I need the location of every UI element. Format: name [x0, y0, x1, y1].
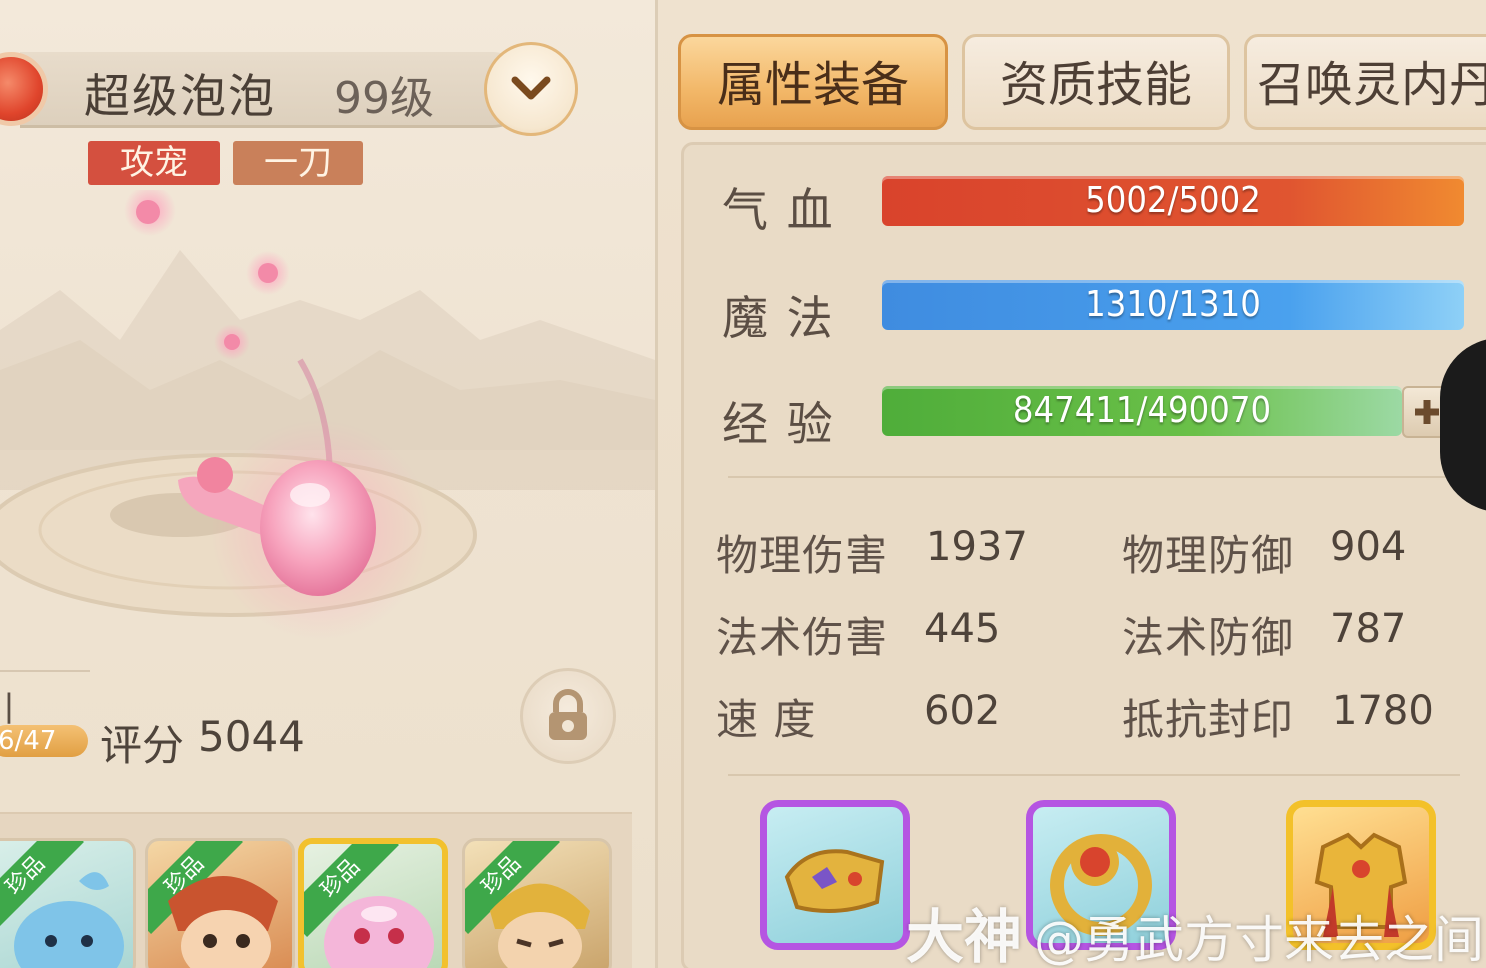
plus-icon: [1415, 400, 1439, 424]
pet-card[interactable]: 珍品: [0, 838, 136, 968]
pet-card[interactable]: 珍品: [145, 838, 295, 968]
hp-value: 5002/5002: [1085, 180, 1261, 221]
growth-progress-bar: 6/47: [0, 725, 88, 757]
exp-bar: 847411/490070: [882, 386, 1402, 436]
pet-switch-dropdown-button[interactable]: [484, 42, 578, 136]
pink-bubble-pet-icon: [324, 896, 434, 968]
tag-one-blade: 一刀: [233, 141, 363, 185]
pet-level: 99级: [334, 73, 434, 124]
mp-label: 魔 法: [722, 291, 835, 345]
pet-display-panel: 超级泡泡 99级 攻宠 一刀 丨 6/47 评分 5044 珍品 珍品 珍品 珍…: [0, 0, 655, 968]
mp-value: 1310/1310: [1085, 284, 1261, 325]
attr-speed-value: 602: [924, 688, 1001, 734]
tab-attributes-equipment[interactable]: 属性装备: [678, 34, 948, 130]
chevron-down-icon: [511, 76, 551, 100]
attr-seal-resist-value: 1780: [1332, 688, 1434, 734]
bracer-icon: [784, 849, 885, 913]
pet-model-scene: [0, 190, 655, 640]
growth-label: 丨: [0, 690, 26, 730]
attr-speed-label: 速 度: [716, 695, 817, 744]
growth-progress-text: 6/47: [0, 726, 57, 756]
golden-helmet-pet-icon: [490, 883, 590, 968]
attr-magic-damage-value: 445: [924, 606, 1001, 652]
tab-aptitude-skills[interactable]: 资质技能: [962, 34, 1230, 130]
tab-summon-spirit-core[interactable]: 召唤灵内丹: [1244, 34, 1486, 130]
mp-bar: 1310/1310: [882, 280, 1464, 330]
attr-physical-defense-label: 物理防御: [1122, 531, 1295, 580]
blue-blob-pet-icon: [14, 872, 124, 968]
stats-divider-bottom: [728, 774, 1460, 776]
attr-magic-defense-value: 787: [1330, 606, 1407, 652]
score-label: 评分: [100, 721, 185, 770]
lock-icon: [549, 689, 587, 740]
pet-card[interactable]: 珍品: [462, 838, 612, 968]
warrior-pet-icon: [168, 876, 278, 968]
attr-physical-defense-value: 904: [1330, 524, 1407, 570]
exp-value: 847411/490070: [1012, 390, 1272, 431]
attr-physical-damage-value: 1937: [926, 524, 1028, 570]
attr-magic-defense-label: 法术防御: [1122, 613, 1295, 662]
equipment-slot-bracer[interactable]: [760, 800, 910, 950]
stats-divider-top: [728, 476, 1460, 478]
score-value: 5044: [198, 712, 305, 761]
pet-name: 超级泡泡: [84, 69, 276, 123]
attr-seal-resist-label: 抵抗封印: [1122, 695, 1295, 744]
lock-button[interactable]: [520, 668, 616, 764]
watermark: 大神 @勇武方寸来去之间: [906, 890, 1484, 968]
watermark-handle: @勇武方寸来去之间: [1034, 911, 1485, 968]
pet-card-selected[interactable]: 珍品: [298, 838, 448, 968]
attr-physical-damage-label: 物理伤害: [716, 531, 889, 580]
hp-label: 气 血: [722, 183, 835, 237]
exp-label: 经 验: [722, 397, 835, 451]
pet-attribute-screen: 超级泡泡 99级 攻宠 一刀 丨 6/47 评分 5044 珍品 珍品 珍品 珍…: [0, 0, 1486, 968]
hp-bar: 5002/5002: [882, 176, 1464, 226]
tag-attack-pet: 攻宠: [88, 141, 220, 185]
watermark-brand: 大神: [906, 903, 1023, 968]
attr-magic-damage-label: 法术伤害: [716, 613, 889, 662]
left-divider: [0, 670, 90, 672]
